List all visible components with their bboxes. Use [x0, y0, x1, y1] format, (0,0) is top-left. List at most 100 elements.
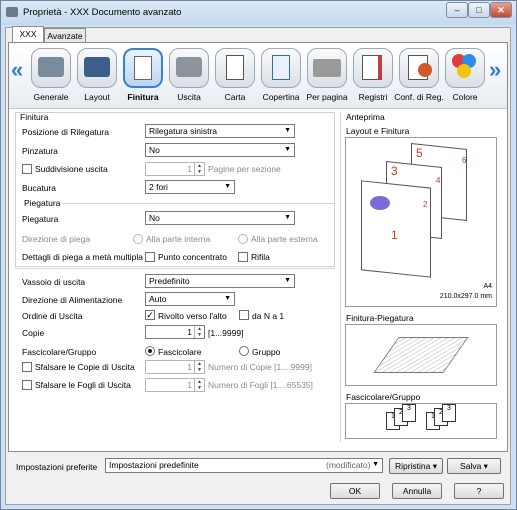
- vassoio-select[interactable]: Predefinito ▼: [145, 274, 295, 288]
- page-number-4: 4: [436, 176, 441, 185]
- stepper-arrows-icon[interactable]: ▲ ▼: [194, 379, 204, 391]
- vassoio-label: Vassoio di uscita: [22, 277, 86, 287]
- layout-icon[interactable]: [77, 48, 117, 88]
- uscita-icon[interactable]: [169, 48, 209, 88]
- parte-interna-label: Alla parte interna: [146, 234, 211, 244]
- category-toolbar: « » Generale Layout Finitura Uscita Cart…: [9, 43, 507, 109]
- copie-label: Copie: [22, 328, 45, 338]
- posizione-label: Posizione di Rilegatura: [22, 127, 109, 137]
- copertina-icon[interactable]: [261, 48, 301, 88]
- stepper-arrows-icon[interactable]: ▲ ▼: [194, 163, 204, 175]
- bucatura-label: Bucatura: [22, 183, 57, 193]
- piegatura-heading: Piegatura: [24, 198, 61, 208]
- piegatura-select[interactable]: No ▼: [145, 211, 295, 225]
- chevron-down-icon: ▼: [372, 461, 379, 468]
- piegatura-label: Piegatura: [22, 214, 59, 224]
- collate-preview: 1 2 3 1 2 3: [345, 403, 497, 439]
- annulla-button[interactable]: Annulla: [392, 483, 442, 499]
- layout-finitura-heading: Layout e Finitura: [346, 126, 410, 136]
- stepper-arrows-icon[interactable]: ▲ ▼: [194, 361, 204, 373]
- sfalsare-fogli-label: Sfalsare le Fogli di Uscita: [35, 380, 131, 390]
- pinzatura-select[interactable]: No ▼: [145, 143, 295, 157]
- dettagli-label: Dettagli di piega a metà multipla: [22, 252, 143, 262]
- per-pagina-icon[interactable]: [307, 48, 347, 88]
- ripristina-label: Ripristina: [394, 461, 431, 471]
- piegatura-value: No: [149, 213, 160, 223]
- chevron-down-icon: ▼: [284, 127, 291, 134]
- window-title: Proprietà - XXX Documento avanzato: [23, 7, 182, 18]
- pinzatura-label: Pinzatura: [22, 146, 58, 156]
- rifila-checkbox[interactable]: [238, 252, 248, 262]
- punto-concentrato-label: Punto concentrato: [158, 252, 227, 262]
- minimize-button[interactable]: –: [446, 2, 468, 18]
- da-n-a-1-checkbox[interactable]: [239, 310, 249, 320]
- impostazioni-value: Impostazioni predefinite: [109, 460, 199, 470]
- finitura-icon[interactable]: [123, 48, 163, 88]
- chevron-down-icon: ▼: [284, 214, 291, 221]
- gruppo-option-label: Gruppo: [252, 347, 281, 357]
- finitura-heading: Finitura: [20, 112, 49, 122]
- impostazioni-label: Impostazioni preferite: [16, 462, 98, 472]
- page-number-3: 3: [391, 164, 398, 178]
- page-number-1: 1: [391, 228, 398, 242]
- salva-button[interactable]: Salva ▾: [447, 458, 501, 474]
- chevron-down-icon: ▼: [284, 277, 291, 284]
- copie-value: 1: [187, 327, 192, 337]
- section-divider: [15, 268, 335, 269]
- collate-set: 3: [442, 404, 456, 422]
- generale-icon[interactable]: [31, 48, 71, 88]
- vassoio-value: Predefinito: [149, 276, 190, 286]
- close-button[interactable]: ✕: [490, 2, 512, 18]
- posizione-select[interactable]: Rilegatura sinistra ▼: [145, 124, 295, 138]
- page-number-6: 6: [462, 156, 467, 165]
- anteprima-divider: [340, 112, 341, 442]
- ordine-label: Ordine di Uscita: [22, 311, 83, 321]
- piegatura-preview: [345, 324, 497, 386]
- ripristina-button[interactable]: Ripristina ▾: [389, 458, 443, 474]
- suddivisione-checkbox[interactable]: [22, 164, 32, 174]
- direzione-alim-label: Direzione di Alimentazione: [22, 295, 123, 305]
- scroll-right-icon[interactable]: »: [489, 57, 501, 83]
- sfalsare-copie-label: Sfalsare le Copie di Uscita: [35, 362, 135, 372]
- paper-size-a4: A4: [483, 283, 492, 290]
- parte-esterna-label: Alla parte esterna: [251, 234, 318, 244]
- parte-esterna-radio[interactable]: [238, 234, 248, 244]
- maximize-button[interactable]: □: [468, 2, 490, 18]
- pinzatura-value: No: [149, 145, 160, 155]
- scroll-left-icon[interactable]: «: [11, 57, 23, 83]
- salva-label: Salva: [460, 461, 482, 471]
- copie-stepper[interactable]: 1 ▲ ▼: [145, 325, 205, 339]
- impostazioni-select[interactable]: Impostazioni predefinite (modificato) ▼: [105, 458, 383, 473]
- parte-interna-radio[interactable]: [133, 234, 143, 244]
- registri-icon[interactable]: [353, 48, 393, 88]
- flower-icon: [370, 196, 390, 210]
- sfalsare-fogli-stepper[interactable]: 1 ▲ ▼: [145, 378, 205, 392]
- suddivisione-stepper[interactable]: 1 ▲ ▼: [145, 162, 205, 176]
- sfalsare-copie-stepper[interactable]: 1 ▲ ▼: [145, 360, 205, 374]
- direzione-alim-value: Auto: [149, 294, 167, 304]
- fascicolare-radio[interactable]: [145, 346, 155, 356]
- suddivisione-value: 1: [187, 164, 192, 174]
- sfalsare-fogli-checkbox[interactable]: [22, 380, 32, 390]
- help-button[interactable]: ?: [454, 483, 504, 499]
- gruppo-radio[interactable]: [239, 346, 249, 356]
- title-bar[interactable]: Proprietà - XXX Documento avanzato – □ ✕: [1, 1, 516, 25]
- direzione-alim-select[interactable]: Auto ▼: [145, 292, 235, 306]
- direzione-piega-label: Direzione di piega: [22, 234, 91, 244]
- rivolto-label: Rivolto verso l'alto: [158, 311, 227, 321]
- bucatura-select[interactable]: 2 fori ▼: [145, 180, 235, 194]
- fascicolare-option-label: Fascicolare: [158, 347, 202, 357]
- conf-di-reg-icon[interactable]: [399, 48, 439, 88]
- da-n-a-1-label: da N a 1: [252, 311, 285, 321]
- rifila-label: Rifila: [251, 252, 270, 262]
- modificato-label: (modificato): [326, 460, 371, 470]
- stepper-arrows-icon[interactable]: ▲ ▼: [194, 326, 204, 338]
- carta-icon[interactable]: [215, 48, 255, 88]
- rivolto-checkbox[interactable]: ✓: [145, 310, 155, 320]
- ok-button[interactable]: OK: [330, 483, 380, 499]
- sfalsare-fogli-value: 1: [187, 380, 192, 390]
- colore-icon[interactable]: [445, 48, 485, 88]
- punto-concentrato-checkbox[interactable]: [145, 252, 155, 262]
- suddivisione-label: Suddivisione uscita: [35, 164, 108, 174]
- sfalsare-copie-checkbox[interactable]: [22, 362, 32, 372]
